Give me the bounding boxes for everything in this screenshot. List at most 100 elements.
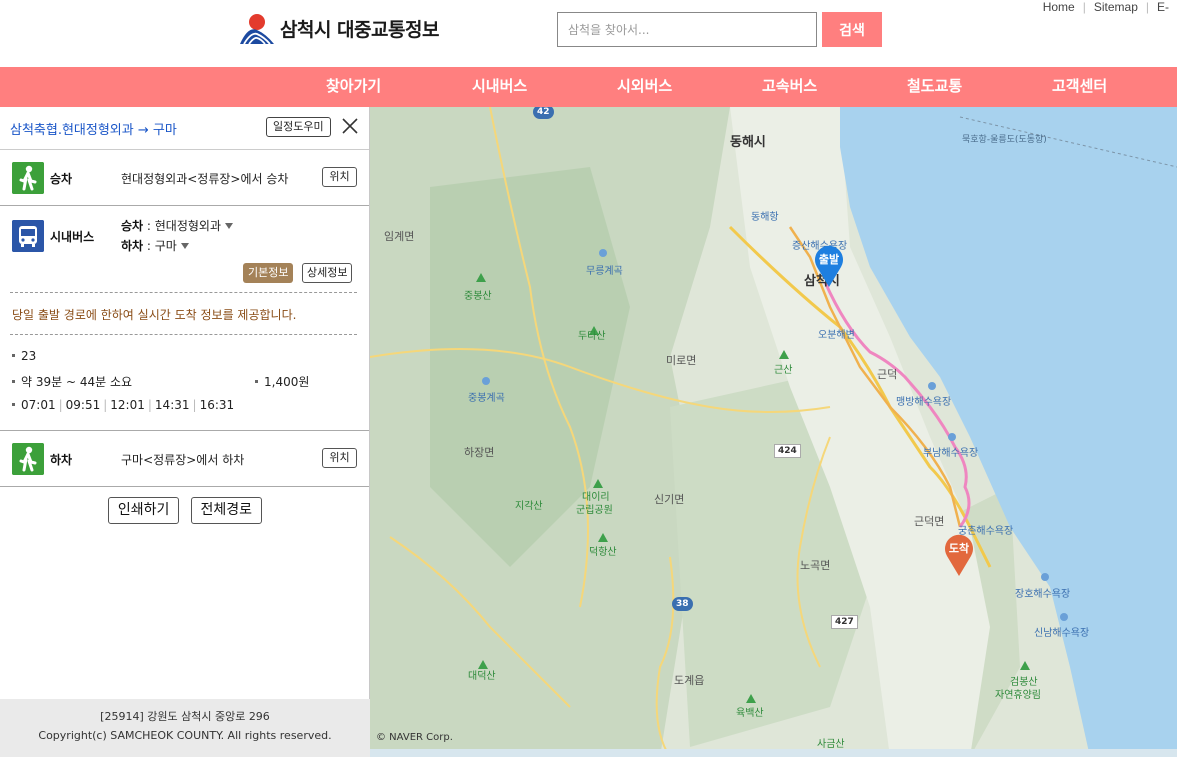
route-number: 23: [12, 349, 36, 363]
map-label-dutasan: 두타산: [578, 331, 606, 342]
map-label-daedeoksan: 대덕산: [468, 671, 496, 682]
map-label-mureung: 무릉계곡: [586, 266, 623, 277]
bus-board-key: 승차: [121, 219, 144, 233]
search-input[interactable]: [557, 12, 817, 47]
map-label-bunam: 부남해수욕장: [923, 448, 979, 459]
step-board-desc: 현대정형외과<정류장>에서 승차: [121, 172, 289, 186]
map-label-geundeok-ic: 근덕: [877, 368, 898, 381]
english-link[interactable]: E-: [1149, 0, 1177, 14]
site-logo[interactable]: 삼척시 대중교통정보: [238, 10, 439, 46]
footer-copyright: Copyright(c) SAMCHEOK COUNTY. All rights…: [38, 729, 332, 742]
main-nav: 찾아가기 시내버스 시외버스 고속버스 철도교통 고객센터: [0, 67, 1177, 107]
departure-time: 09:51: [65, 398, 101, 412]
road-shield: 424: [774, 444, 801, 458]
map-label-jigaksan: 지각산: [515, 501, 543, 512]
nav-item-express-bus[interactable]: 고속버스: [762, 67, 817, 107]
step-board: 승차 현대정형외과<정류장>에서 승차 위치: [0, 150, 369, 206]
logo-text: 삼척시 대중교통정보: [280, 18, 439, 41]
bus-icon: [12, 220, 44, 252]
bus-alight-stop: 하차 : 구마: [121, 237, 189, 254]
map-label-jungbong-valley: 중봉계곡: [468, 393, 505, 404]
route-number-value[interactable]: 23: [21, 349, 36, 363]
route-map[interactable]: 동해시 삼척시 임계면 미로면 하장면 신기면 근덕면 노곡면 도계읍 묵호항-…: [370, 107, 1177, 757]
step-alight: 하차 구마<정류장>에서 하차 위치: [0, 431, 369, 487]
step-bus-label: 시내버스: [50, 230, 95, 244]
start-marker[interactable]: 출발: [813, 243, 845, 287]
departure-times: 07:01 | 09:51 | 12:01 | 14:31 | 16:31: [12, 398, 234, 412]
divider: [10, 334, 357, 335]
step-alight-desc: 구마<정류장>에서 하차: [121, 453, 245, 467]
map-label-deokhangsan: 덕항산: [589, 547, 617, 558]
bullet-icon: [255, 380, 258, 383]
detail-info-button[interactable]: 상세정보: [302, 263, 353, 283]
nav-item-railway[interactable]: 철도교통: [907, 67, 962, 107]
map-label-singi: 신기면: [654, 493, 685, 506]
end-marker[interactable]: 도착: [943, 532, 975, 576]
realtime-notice: 당일 출발 경로에 한하여 실시간 도착 정보를 제공합니다.: [12, 308, 297, 322]
trip-duration-value: 약 39분 ~ 44분 소요: [21, 375, 133, 389]
bullet-icon: [12, 380, 15, 383]
map-label-maengbang: 맹방해수욕장: [896, 397, 952, 408]
alight-location-button[interactable]: 위치: [322, 448, 357, 468]
step-board-label: 승차: [50, 172, 73, 186]
bus-board-stop-name[interactable]: 현대정형외과: [155, 219, 221, 233]
step-alight-label: 하차: [50, 453, 73, 467]
departure-time: 14:31: [154, 398, 190, 412]
map-label-forest: 자연휴양림: [995, 690, 1041, 701]
schedule-helper-button[interactable]: 일정도우미: [266, 117, 331, 137]
map-label-donghae-port: 동해항: [751, 212, 779, 223]
map-credit: © NAVER Corp.: [376, 732, 453, 743]
map-label-obun: 오분해변: [818, 330, 855, 341]
map-label-geundeok: 근덕면: [914, 515, 945, 528]
map-label-jangho: 장호해수욕장: [1015, 589, 1071, 600]
road-shield: 427: [831, 615, 858, 629]
road-shield: 42: [533, 107, 554, 119]
full-route-button[interactable]: 전체경로: [190, 497, 263, 524]
sitemap-link[interactable]: Sitemap: [1086, 0, 1146, 14]
fare-value: 1,400원: [264, 375, 310, 389]
route-header: 삼척축협.현대정형외과 → 구마 일정도우미: [0, 107, 369, 150]
utility-links: Home | Sitemap | E-: [1035, 0, 1177, 14]
dropdown-caret-icon[interactable]: [180, 243, 189, 249]
footer-address: [25914] 강원도 삼척시 중앙로 296: [100, 710, 270, 723]
route-title: 삼척축협.현대정형외과 → 구마: [10, 123, 177, 138]
end-marker-label: 도착: [948, 542, 970, 555]
map-label-nogok: 노곡면: [800, 559, 831, 572]
nav-item-city-bus[interactable]: 시내버스: [472, 67, 527, 107]
map-label-gunrip-park: 군립공원: [576, 505, 613, 516]
trip-duration: 약 39분 ~ 44분 소요: [12, 373, 132, 390]
print-button[interactable]: 인쇄하기: [107, 497, 180, 524]
bus-alight-stop-name[interactable]: 구마: [155, 239, 177, 253]
basic-info-button[interactable]: 기본정보: [243, 263, 294, 283]
map-label-sinnam: 신남해수욕장: [1034, 628, 1090, 639]
map-label-miro: 미로면: [666, 354, 697, 367]
board-location-button[interactable]: 위치: [322, 167, 357, 187]
site-header: 삼척시 대중교통정보 검색 Home | Sitemap | E-: [0, 0, 1177, 67]
map-label-yukbaeksan: 육백산: [736, 708, 764, 719]
home-link[interactable]: Home: [1035, 0, 1083, 14]
bus-board-stop: 승차 : 현대정형외과: [121, 217, 234, 234]
logo-icon: [240, 14, 274, 45]
map-label-geunsan: 근산: [774, 365, 793, 376]
walk-icon: [12, 443, 44, 475]
map-scrollbar[interactable]: [370, 749, 1177, 757]
step-bus: 시내버스 승차 : 현대정형외과 하차 : 구마 기본정보 상세정보 당일 출발…: [0, 206, 369, 431]
map-label-ferry: 묵호항-울릉도(도동항): [962, 135, 1047, 145]
bullet-icon: [12, 354, 15, 357]
search-button[interactable]: 검색: [822, 12, 882, 47]
nav-item-intercity-bus[interactable]: 시외버스: [617, 67, 672, 107]
route-panel: 삼척축협.현대정형외과 → 구마 일정도우미 승차 현대정형외과<정류장>에서 …: [0, 107, 370, 757]
road-shield: 38: [672, 597, 693, 611]
divider: [10, 292, 357, 293]
map-label-hajang: 하장면: [464, 446, 495, 459]
nav-item-directions[interactable]: 찾아가기: [326, 67, 381, 107]
site-footer: [25914] 강원도 삼척시 중앙로 296 Copyright(c) SAM…: [0, 699, 370, 757]
dropdown-caret-icon[interactable]: [225, 223, 234, 229]
map-canvas[interactable]: [370, 107, 1177, 757]
bus-alight-key: 하차: [121, 239, 144, 253]
departure-time: 12:01: [110, 398, 145, 412]
map-label-jungbongsan: 중봉산: [464, 291, 492, 302]
nav-item-customer-center[interactable]: 고객센터: [1052, 67, 1107, 107]
map-label-sageumsan: 사금산: [817, 739, 845, 750]
close-icon[interactable]: [340, 116, 360, 136]
